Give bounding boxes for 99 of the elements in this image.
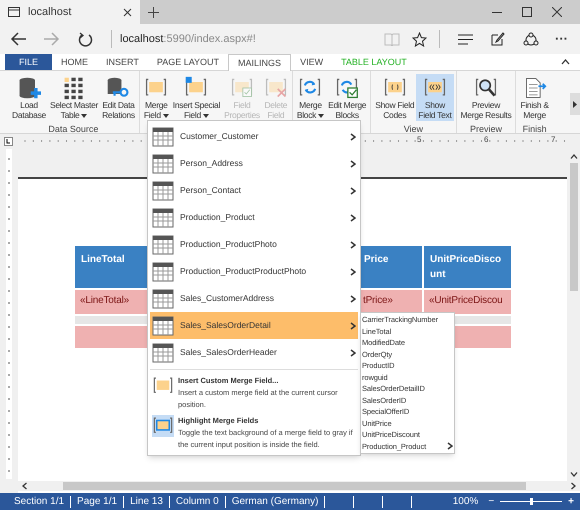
status-item: German (Germany) — [232, 495, 318, 509]
scroll-left-icon — [22, 482, 27, 490]
scroll-right-icon — [573, 100, 577, 108]
menu-item[interactable]: Sales_CustomerAddress — [150, 285, 358, 312]
close-icon — [552, 7, 562, 17]
menu-item[interactable]: Production_ProductProductPhoto — [150, 258, 358, 285]
status-item: Section 1/1 — [14, 495, 64, 509]
database-key-icon — [106, 76, 130, 100]
group-label: Data Source — [48, 123, 98, 136]
caret-icon — [202, 114, 209, 118]
header-cell: UnitPriceDiscount — [424, 246, 511, 288]
refresh-icon — [78, 32, 93, 46]
back-icon — [10, 32, 26, 46]
highlight-icon — [152, 415, 174, 437]
ribbon-button[interactable]: Preview Merge Results — [458, 74, 514, 121]
ruler-number: 5 — [417, 135, 422, 144]
database-add-icon — [17, 76, 41, 100]
chevron-right-icon — [350, 294, 356, 302]
caret-icon — [81, 114, 88, 118]
caret-icon — [318, 114, 324, 118]
ribbon-tab[interactable]: VIEW — [291, 54, 332, 70]
chevron-right-icon — [350, 240, 356, 248]
scroll-down-icon — [570, 472, 578, 477]
menu-item[interactable]: Production_ProductPhoto — [150, 231, 358, 258]
menu-item[interactable]: Production_Product — [150, 204, 358, 231]
table-icon — [152, 126, 174, 148]
group-label: Finish — [522, 123, 547, 136]
forward-icon — [44, 32, 60, 46]
ruler-number: 6 — [484, 135, 488, 144]
status-item: Line 13 — [130, 495, 163, 509]
chevron-right-icon — [350, 214, 356, 222]
ribbon-button[interactable]: Insert Special Field — [170, 74, 222, 121]
table-icon — [152, 288, 174, 310]
chevron-right-icon — [350, 132, 356, 140]
scroll-up-icon — [570, 154, 578, 159]
menu-item[interactable]: Sales_SalesOrderDetail — [150, 312, 358, 339]
table-icon — [152, 180, 174, 202]
zoom-slider[interactable] — [500, 498, 562, 505]
page-icon — [8, 7, 20, 17]
ribbon-button[interactable]: Load Database — [10, 74, 48, 121]
chevron-right-icon — [350, 186, 356, 194]
ribbon-tab[interactable]: PAGE LAYOUT — [148, 54, 228, 70]
caret-icon — [162, 114, 169, 118]
close-icon — [123, 8, 132, 16]
slider-thumb[interactable] — [530, 498, 534, 505]
ribbon-button[interactable]: Merge Block — [294, 74, 326, 121]
zoom-in-button[interactable]: + — [568, 494, 574, 509]
menu-item[interactable]: Customer_Customer — [150, 123, 358, 150]
ribbon-tab[interactable]: HOME — [52, 54, 98, 70]
scrollbar-thumb[interactable] — [570, 163, 578, 291]
menu-item[interactable]: Sales_SalesOrderHeader — [150, 339, 358, 366]
status-item: Page 1/1 — [77, 495, 118, 509]
ribbon-tab[interactable]: INSERT — [97, 54, 148, 70]
header-cell: Price — [358, 246, 422, 288]
chevron-right-icon — [350, 160, 356, 168]
maximize-icon — [522, 7, 532, 17]
status-item: Column 0 — [176, 495, 219, 509]
table-icon — [152, 152, 174, 174]
table-cell: «LineTotal» — [75, 290, 149, 314]
table-icon — [152, 314, 174, 336]
ribbon-button[interactable]: Show Field Codes — [373, 74, 416, 121]
table-cell: «UnitPriceDiscou — [424, 290, 511, 314]
table-icon — [152, 234, 174, 256]
book-icon — [384, 32, 400, 46]
group-label: Preview — [470, 123, 502, 136]
group-label: View — [404, 123, 424, 136]
ribbon-button[interactable]: Show Field Text — [416, 74, 454, 121]
table-icon — [152, 260, 174, 282]
tab-stop-icon — [4, 137, 13, 146]
ribbon-tab[interactable]: MAILINGS — [228, 54, 292, 71]
table-icon — [152, 206, 174, 228]
zoom-level: 100% — [452, 495, 478, 509]
plus-icon — [148, 6, 159, 18]
ribbon-tab[interactable]: FILE — [5, 54, 52, 70]
pen-square-icon — [491, 32, 505, 46]
tab-title: localhost — [28, 4, 72, 20]
ribbon-button[interactable]: Edit Data Relations — [100, 74, 137, 121]
menu-item[interactable]: Person_Contact — [150, 177, 358, 204]
url-field[interactable]: localhost:5990/index.aspx#! — [120, 30, 256, 48]
ribbon-button[interactable]: Merge Field — [142, 74, 171, 121]
ribbon-button[interactable]: Edit Merge Blocks — [326, 74, 368, 121]
scroll-right-icon — [571, 482, 576, 490]
ruler-number: 7 — [551, 135, 556, 144]
chevron-right-icon — [350, 322, 356, 330]
header-cell: LineTotal — [75, 246, 149, 288]
chevron-right-icon — [350, 348, 356, 356]
ribbon-button[interactable]: Select Master Table — [48, 74, 100, 121]
scrollbar-thumb[interactable] — [63, 482, 526, 490]
menu-icon — [458, 34, 473, 44]
collapse-icon — [561, 59, 570, 65]
zoom-out-button[interactable]: − — [488, 494, 494, 509]
star-icon — [412, 32, 427, 46]
table-icon — [152, 342, 174, 364]
chevron-right-icon — [350, 268, 356, 276]
more-button[interactable]: ··· — [555, 29, 568, 49]
browser-tab[interactable]: localhost — [0, 0, 140, 24]
chevron-right-icon — [447, 442, 453, 450]
ribbon-button[interactable]: Finish & Merge — [518, 74, 551, 121]
share-icon — [523, 32, 539, 46]
